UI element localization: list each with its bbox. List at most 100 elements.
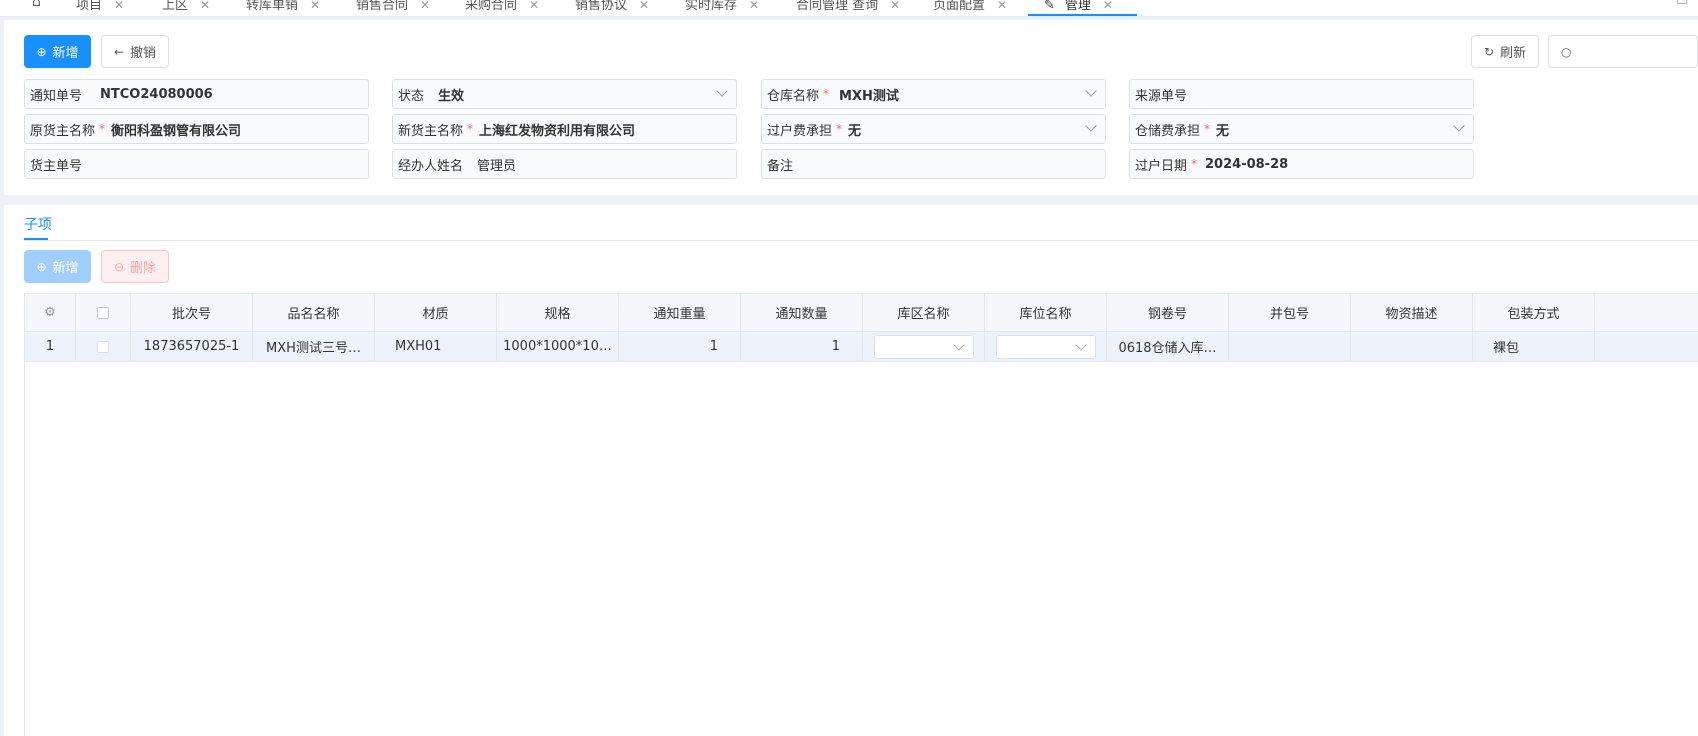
column-header[interactable]: 钢卷号: [1107, 294, 1229, 331]
select-all-checkbox[interactable]: [97, 306, 109, 319]
location-cell: [985, 332, 1107, 361]
tab-label: 转库单销: [246, 0, 299, 13]
subitems-table: ⚙ 批次号 品名名称 材质 规格 通知重量 通知数量 库区名称 库位名称 钢卷号…: [24, 293, 1698, 736]
minus-circle-icon: ⊖: [113, 259, 125, 274]
home-icon[interactable]: ⌂: [32, 0, 41, 10]
source-no-field[interactable]: 来源单号: [1129, 79, 1474, 109]
close-icon[interactable]: ✕: [200, 0, 210, 12]
area-cell: [863, 332, 985, 361]
close-icon[interactable]: ✕: [749, 0, 759, 12]
column-header[interactable]: 包装方式: [1473, 294, 1595, 331]
handler-field[interactable]: 经办人姓名 管理员: [392, 149, 737, 179]
tab-label: 上区: [162, 0, 189, 13]
search-button[interactable]: ○: [1548, 35, 1698, 68]
pack-cell: 裸包: [1473, 332, 1595, 361]
new-owner-field[interactable]: 新货主名称 * 上海红发物资利用有限公司: [392, 114, 737, 144]
tab-label: 实时库存: [685, 0, 738, 13]
status-value: 生效: [438, 88, 465, 104]
select-all-cell[interactable]: [76, 294, 131, 331]
tab-label: 项目: [76, 0, 103, 13]
column-header[interactable]: 材质: [375, 294, 497, 331]
row-checkbox[interactable]: [97, 340, 109, 353]
tab-item[interactable]: 转库单销 ✕: [246, 0, 320, 16]
sub-delete-button[interactable]: ⊖ 删除: [101, 250, 169, 283]
tab-label: 页面配置: [933, 0, 986, 13]
close-icon[interactable]: ✕: [639, 0, 649, 12]
remark-field[interactable]: 备注: [761, 149, 1106, 179]
close-icon[interactable]: ✕: [114, 0, 124, 12]
column-header[interactable]: 品名名称: [253, 294, 375, 331]
close-icon[interactable]: ✕: [1103, 0, 1113, 12]
transfer-fee-select[interactable]: 过户费承担 * 无: [761, 114, 1106, 144]
close-icon[interactable]: ✕: [420, 0, 430, 12]
original-owner-field[interactable]: 原货主名称 * 衡阳科盈钢管有限公司: [24, 114, 369, 144]
tab-item[interactable]: 销售协议 ✕: [575, 0, 649, 16]
active-tab-indicator: [1028, 14, 1137, 16]
tab-item[interactable]: 实时库存 ✕: [685, 0, 759, 16]
notice-no-value: NTCO24080006: [100, 86, 213, 102]
table-row[interactable]: 1 1873657025-1 MXH测试三号… MXH01 1000*1000*…: [25, 332, 1698, 362]
tab-item[interactable]: 上区 ✕: [162, 0, 210, 16]
column-settings-cell[interactable]: ⚙: [25, 294, 76, 331]
column-header[interactable]: 库位名称: [985, 294, 1107, 331]
column-header[interactable]: 规格: [497, 294, 619, 331]
area-select[interactable]: [873, 334, 974, 359]
column-header[interactable]: 物资描述: [1351, 294, 1473, 331]
notice-no-field[interactable]: 通知单号 NTCO24080006: [24, 79, 369, 109]
close-icon[interactable]: ✕: [890, 0, 900, 12]
transfer-fee-value: 无: [848, 123, 862, 139]
row-index: 1: [25, 332, 76, 361]
search-icon: ○: [1561, 44, 1572, 59]
notice-weight-cell: 1: [619, 332, 741, 361]
column-header[interactable]: 通知数量: [741, 294, 863, 331]
warehouse-value: MXH测试: [839, 88, 899, 104]
row-select-cell[interactable]: [76, 332, 131, 361]
product-name-cell: MXH测试三号…: [253, 332, 375, 361]
tab-item[interactable]: 采购合同 ✕: [465, 0, 539, 16]
close-icon[interactable]: ✕: [529, 0, 539, 12]
close-icon[interactable]: ✕: [997, 0, 1007, 12]
tab-item[interactable]: 页面配置 ✕: [933, 0, 1007, 16]
column-header[interactable]: 批次号: [131, 294, 253, 331]
location-select[interactable]: [995, 334, 1096, 359]
column-header[interactable]: 通知重量: [619, 294, 741, 331]
chevron-down-icon: [952, 338, 965, 351]
close-icon[interactable]: ✕: [310, 0, 320, 12]
new-owner-value: 上海红发物资利用有限公司: [479, 123, 636, 139]
bundle-no-cell: [1229, 332, 1351, 361]
chevron-down-icon: [1085, 120, 1097, 132]
undo-button[interactable]: ← 撤销: [101, 35, 169, 68]
window-icon[interactable]: ▭: [1676, 0, 1688, 9]
column-header[interactable]: 并包号: [1229, 294, 1351, 331]
column-header[interactable]: 库区名称: [863, 294, 985, 331]
chevron-down-icon: [716, 85, 728, 97]
subtab-divider: [24, 240, 1698, 241]
sub-add-button[interactable]: ⊕ 新增: [24, 250, 91, 283]
tab-item[interactable]: 销售合同 ✕: [356, 0, 430, 16]
required-mark: *: [99, 122, 106, 136]
top-tab-bar: ⌂ 项目 ✕ 上区 ✕ 转库单销 ✕ 销售合同 ✕ 采购合同 ✕ 销售协议 ✕ 实时库存 ✕ …: [0, 0, 1698, 17]
edit-icon: ✎: [1044, 0, 1055, 13]
status-select[interactable]: 状态 生效: [392, 79, 737, 109]
arrow-left-icon: ←: [113, 44, 125, 59]
add-button[interactable]: ⊕ 新增: [24, 35, 91, 68]
required-mark: *: [1191, 157, 1198, 171]
storage-fee-select[interactable]: 仓储费承担 * 无: [1129, 114, 1474, 144]
notice-qty-cell: 1: [741, 332, 863, 361]
owner-no-field[interactable]: 货主单号: [24, 149, 369, 179]
tab-subitems[interactable]: 子项: [24, 214, 52, 234]
plus-circle-icon: ⊕: [36, 259, 47, 274]
required-mark: *: [836, 122, 843, 136]
gear-icon[interactable]: ⚙: [44, 305, 56, 320]
transfer-date-value: 2024-08-28: [1205, 156, 1289, 172]
tab-item[interactable]: 合同管理 查询 ✕: [796, 0, 900, 16]
batch-no-cell: 1873657025-1: [131, 332, 253, 361]
tab-item[interactable]: 项目 ✕: [76, 0, 124, 16]
tab-label: 合同管理 查询: [796, 0, 879, 13]
transfer-date-picker[interactable]: 过户日期 * 2024-08-28: [1129, 149, 1474, 179]
desc-cell: [1351, 332, 1473, 361]
warehouse-select[interactable]: 仓库名称 * MXH测试: [761, 79, 1106, 109]
refresh-button[interactable]: ↻ 刷新: [1471, 35, 1539, 68]
original-owner-value: 衡阳科盈钢管有限公司: [111, 123, 242, 139]
chevron-down-icon: [1085, 85, 1097, 97]
